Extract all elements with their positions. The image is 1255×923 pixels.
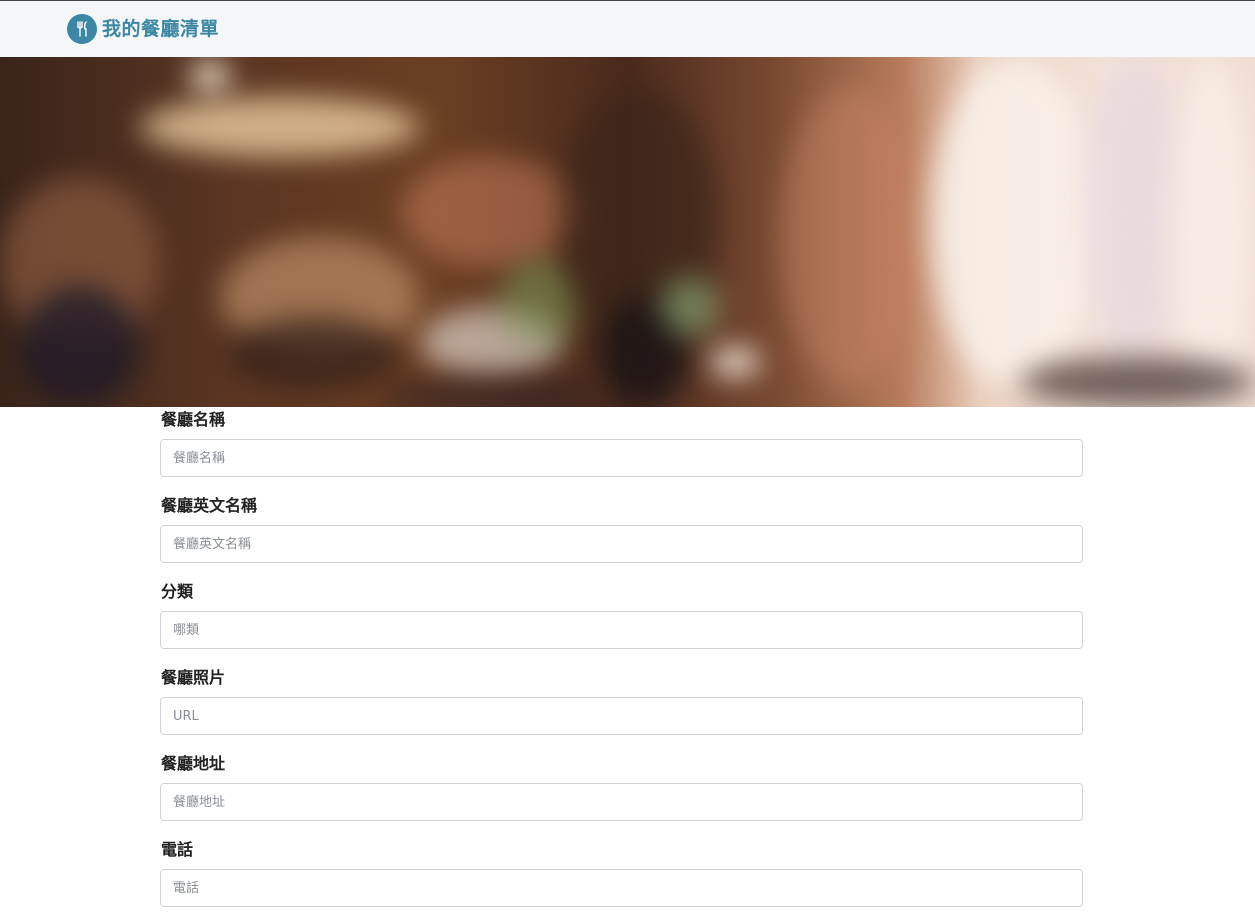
utensils-icon xyxy=(67,14,97,44)
brand-link[interactable]: 我的餐廳清單 xyxy=(67,14,219,44)
field-label: 餐廳地址 xyxy=(161,754,226,773)
field-label: 餐廳英文名稱 xyxy=(161,496,258,515)
brand-title: 我的餐廳清單 xyxy=(102,18,220,40)
field-english-name: 餐廳英文名稱 xyxy=(160,493,1083,579)
field-label: 餐廳照片 xyxy=(161,668,226,687)
phone-input[interactable] xyxy=(160,869,1083,907)
field-address: 餐廳地址 xyxy=(160,751,1083,837)
hero-image xyxy=(0,57,1255,407)
field-category: 分類 xyxy=(160,579,1083,665)
field-image: 餐廳照片 xyxy=(160,665,1083,751)
field-phone: 電話 xyxy=(160,837,1083,923)
field-name: 餐廳名稱 xyxy=(160,407,1083,493)
english-name-input[interactable] xyxy=(160,525,1083,563)
field-label: 電話 xyxy=(161,840,194,859)
navbar: 我的餐廳清單 xyxy=(0,1,1255,57)
category-input[interactable] xyxy=(160,611,1083,649)
restaurant-form: 餐廳名稱 餐廳英文名稱 分類 餐廳照片 餐廳地址 電話 xyxy=(160,407,1083,923)
field-label: 餐廳名稱 xyxy=(161,410,226,429)
address-input[interactable] xyxy=(160,783,1083,821)
field-label: 分類 xyxy=(161,582,194,601)
image-url-input[interactable] xyxy=(160,697,1083,735)
name-input[interactable] xyxy=(160,439,1083,477)
